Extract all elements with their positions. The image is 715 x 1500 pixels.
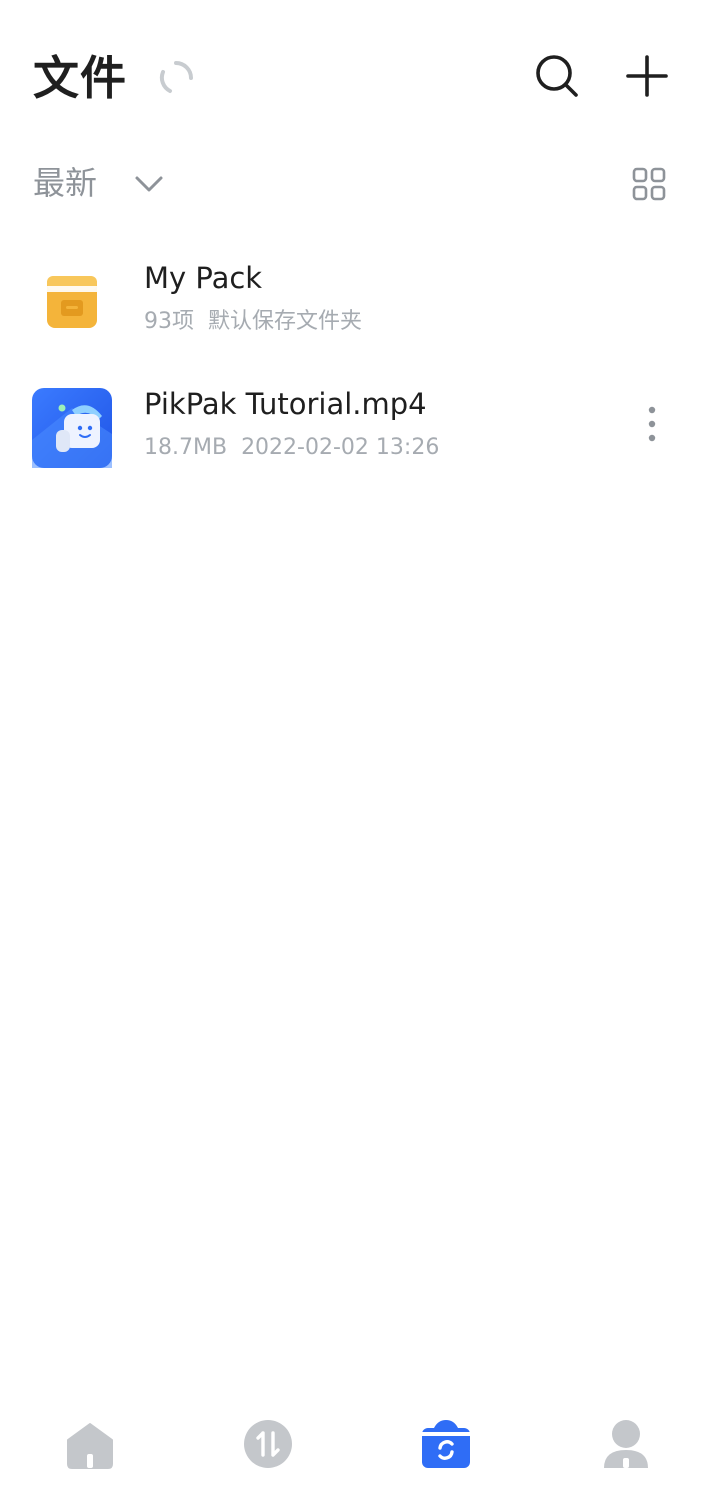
file-date: 2022-02-02 13:26	[241, 435, 440, 460]
chevron-down-icon[interactable]	[133, 168, 165, 200]
file-size: 18.7MB	[144, 435, 228, 460]
list-item-tutorial-video[interactable]: PikPak Tutorial.mp4 18.7MB 2022-02-02 13:…	[0, 376, 715, 496]
file-name: PikPak Tutorial.mp4	[144, 387, 427, 421]
item-count: 93项	[144, 309, 194, 334]
list-item-my-pack[interactable]: My Pack 93项 默认保存文件夹	[0, 250, 715, 370]
profile-icon[interactable]	[598, 1416, 654, 1472]
folder-icon	[47, 276, 97, 328]
bottom-nav	[0, 1400, 715, 1500]
search-icon[interactable]	[534, 53, 580, 99]
plus-icon[interactable]	[624, 53, 670, 99]
home-icon[interactable]	[62, 1416, 118, 1472]
transfer-icon[interactable]	[240, 1416, 296, 1472]
folder-description: 默认保存文件夹	[208, 309, 363, 334]
file-name: My Pack	[144, 261, 263, 295]
sort-bar: 最新	[0, 155, 715, 215]
loading-spinner-icon	[159, 61, 193, 93]
grid-view-icon[interactable]	[631, 166, 667, 202]
file-meta: 93项 默认保存文件夹	[144, 306, 362, 338]
sort-label[interactable]: 最新	[33, 163, 97, 203]
header: 文件	[0, 0, 715, 140]
video-thumbnail-icon	[32, 388, 112, 468]
file-meta: 18.7MB 2022-02-02 13:26	[144, 432, 439, 464]
more-options-icon[interactable]	[632, 400, 672, 448]
files-icon[interactable]	[418, 1416, 474, 1472]
page-title: 文件	[33, 51, 127, 105]
